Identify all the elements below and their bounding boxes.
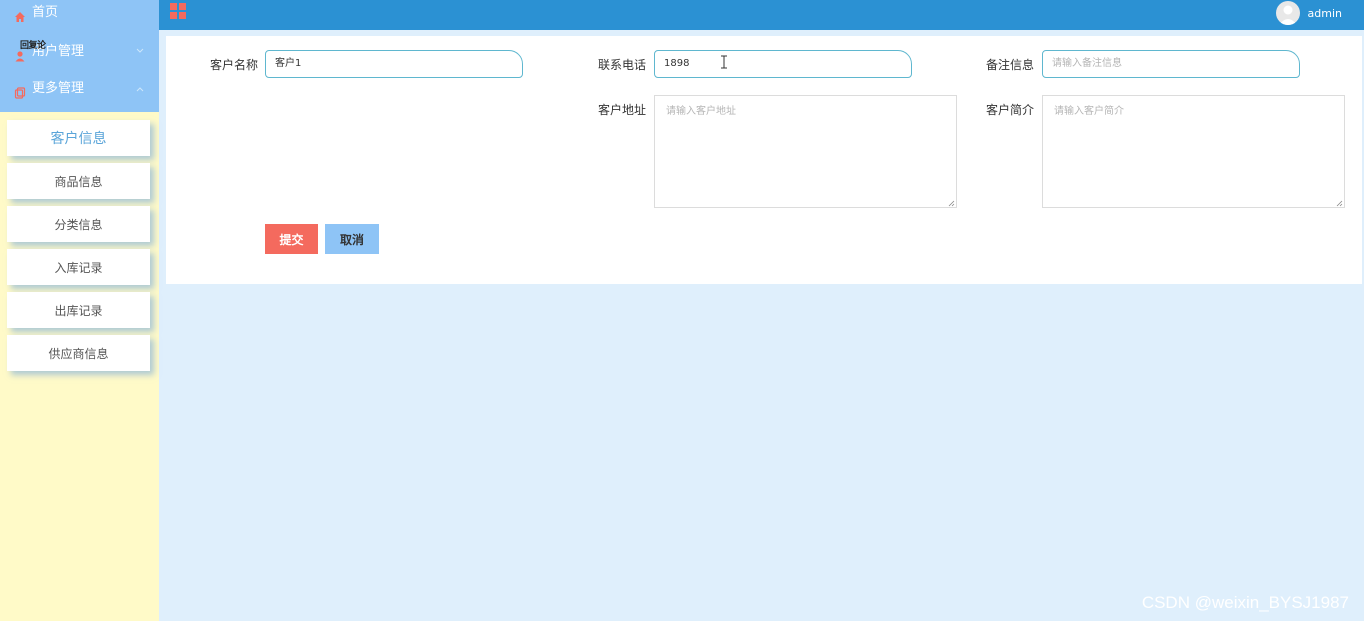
submenu-item-outbound[interactable]: 出库记录 xyxy=(7,292,150,328)
submenu-item-supplier[interactable]: 供应商信息 xyxy=(7,335,150,371)
floating-tag: 回复论 xyxy=(20,41,46,51)
sidebar-item-label: 首页 xyxy=(32,5,59,20)
avatar xyxy=(1275,1,1300,25)
remark-label: 备注信息 xyxy=(985,58,1034,72)
submenu-list: 客户信息 商品信息 分类信息 入库记录 出库记录 供应商信息 xyxy=(0,112,159,371)
intro-label: 客户简介 xyxy=(985,103,1034,117)
address-label: 客户地址 xyxy=(597,103,646,117)
resize-handle-icon[interactable] xyxy=(1336,199,1343,207)
customer-name-input[interactable]: 客户1 xyxy=(265,50,523,78)
address-textarea[interactable]: 请输入客户地址 xyxy=(654,95,957,208)
watermark: CSDN @weixin_BYSJ1987 xyxy=(1141,593,1349,612)
intro-textarea[interactable]: 请输入客户简介 xyxy=(1042,95,1345,208)
phone-input[interactable]: 1898 xyxy=(654,50,912,78)
submenu-item-category[interactable]: 分类信息 xyxy=(7,206,150,242)
submenu-item-customer[interactable]: 客户信息 xyxy=(7,120,150,156)
submit-button[interactable]: 提交 xyxy=(265,224,318,254)
chevron-down-icon xyxy=(135,39,145,53)
remark-input[interactable]: 请输入备注信息 xyxy=(1042,50,1300,78)
submenu-item-inbound[interactable]: 入库记录 xyxy=(7,249,150,285)
sidebar-item-more[interactable]: 更多管理 xyxy=(0,66,159,106)
text-cursor-icon xyxy=(720,55,728,72)
address-placeholder: 请输入客户地址 xyxy=(666,106,736,117)
cancel-button[interactable]: 取消 xyxy=(325,224,379,254)
sidebar-item-label: 更多管理 xyxy=(32,81,85,96)
intro-placeholder: 请输入客户简介 xyxy=(1054,106,1124,117)
username: admin xyxy=(1307,6,1342,20)
sidebar-menu: 首页 用户管理 更多管理 xyxy=(0,0,159,112)
grid-menu-icon[interactable] xyxy=(170,3,186,19)
user-menu[interactable]: admin xyxy=(1275,0,1342,26)
copy-icon xyxy=(14,83,26,99)
home-icon xyxy=(14,7,26,22)
phone-label: 联系电话 xyxy=(597,58,646,72)
sidebar: 首页 用户管理 更多管理 回复论 客户信息 商品信息 分类信息 入库记录 出库记… xyxy=(0,0,159,621)
customer-form: 客户名称 客户1 联系电话 1898 备注信息 请输入备注信息 客户地址 请输入… xyxy=(166,36,1362,284)
top-bar: admin xyxy=(159,0,1364,30)
resize-handle-icon[interactable] xyxy=(948,199,955,207)
chevron-up-icon xyxy=(135,79,145,92)
sidebar-item-home[interactable]: 首页 xyxy=(0,0,159,26)
customer-name-label: 客户名称 xyxy=(209,58,258,72)
submenu-item-goods[interactable]: 商品信息 xyxy=(7,163,150,199)
